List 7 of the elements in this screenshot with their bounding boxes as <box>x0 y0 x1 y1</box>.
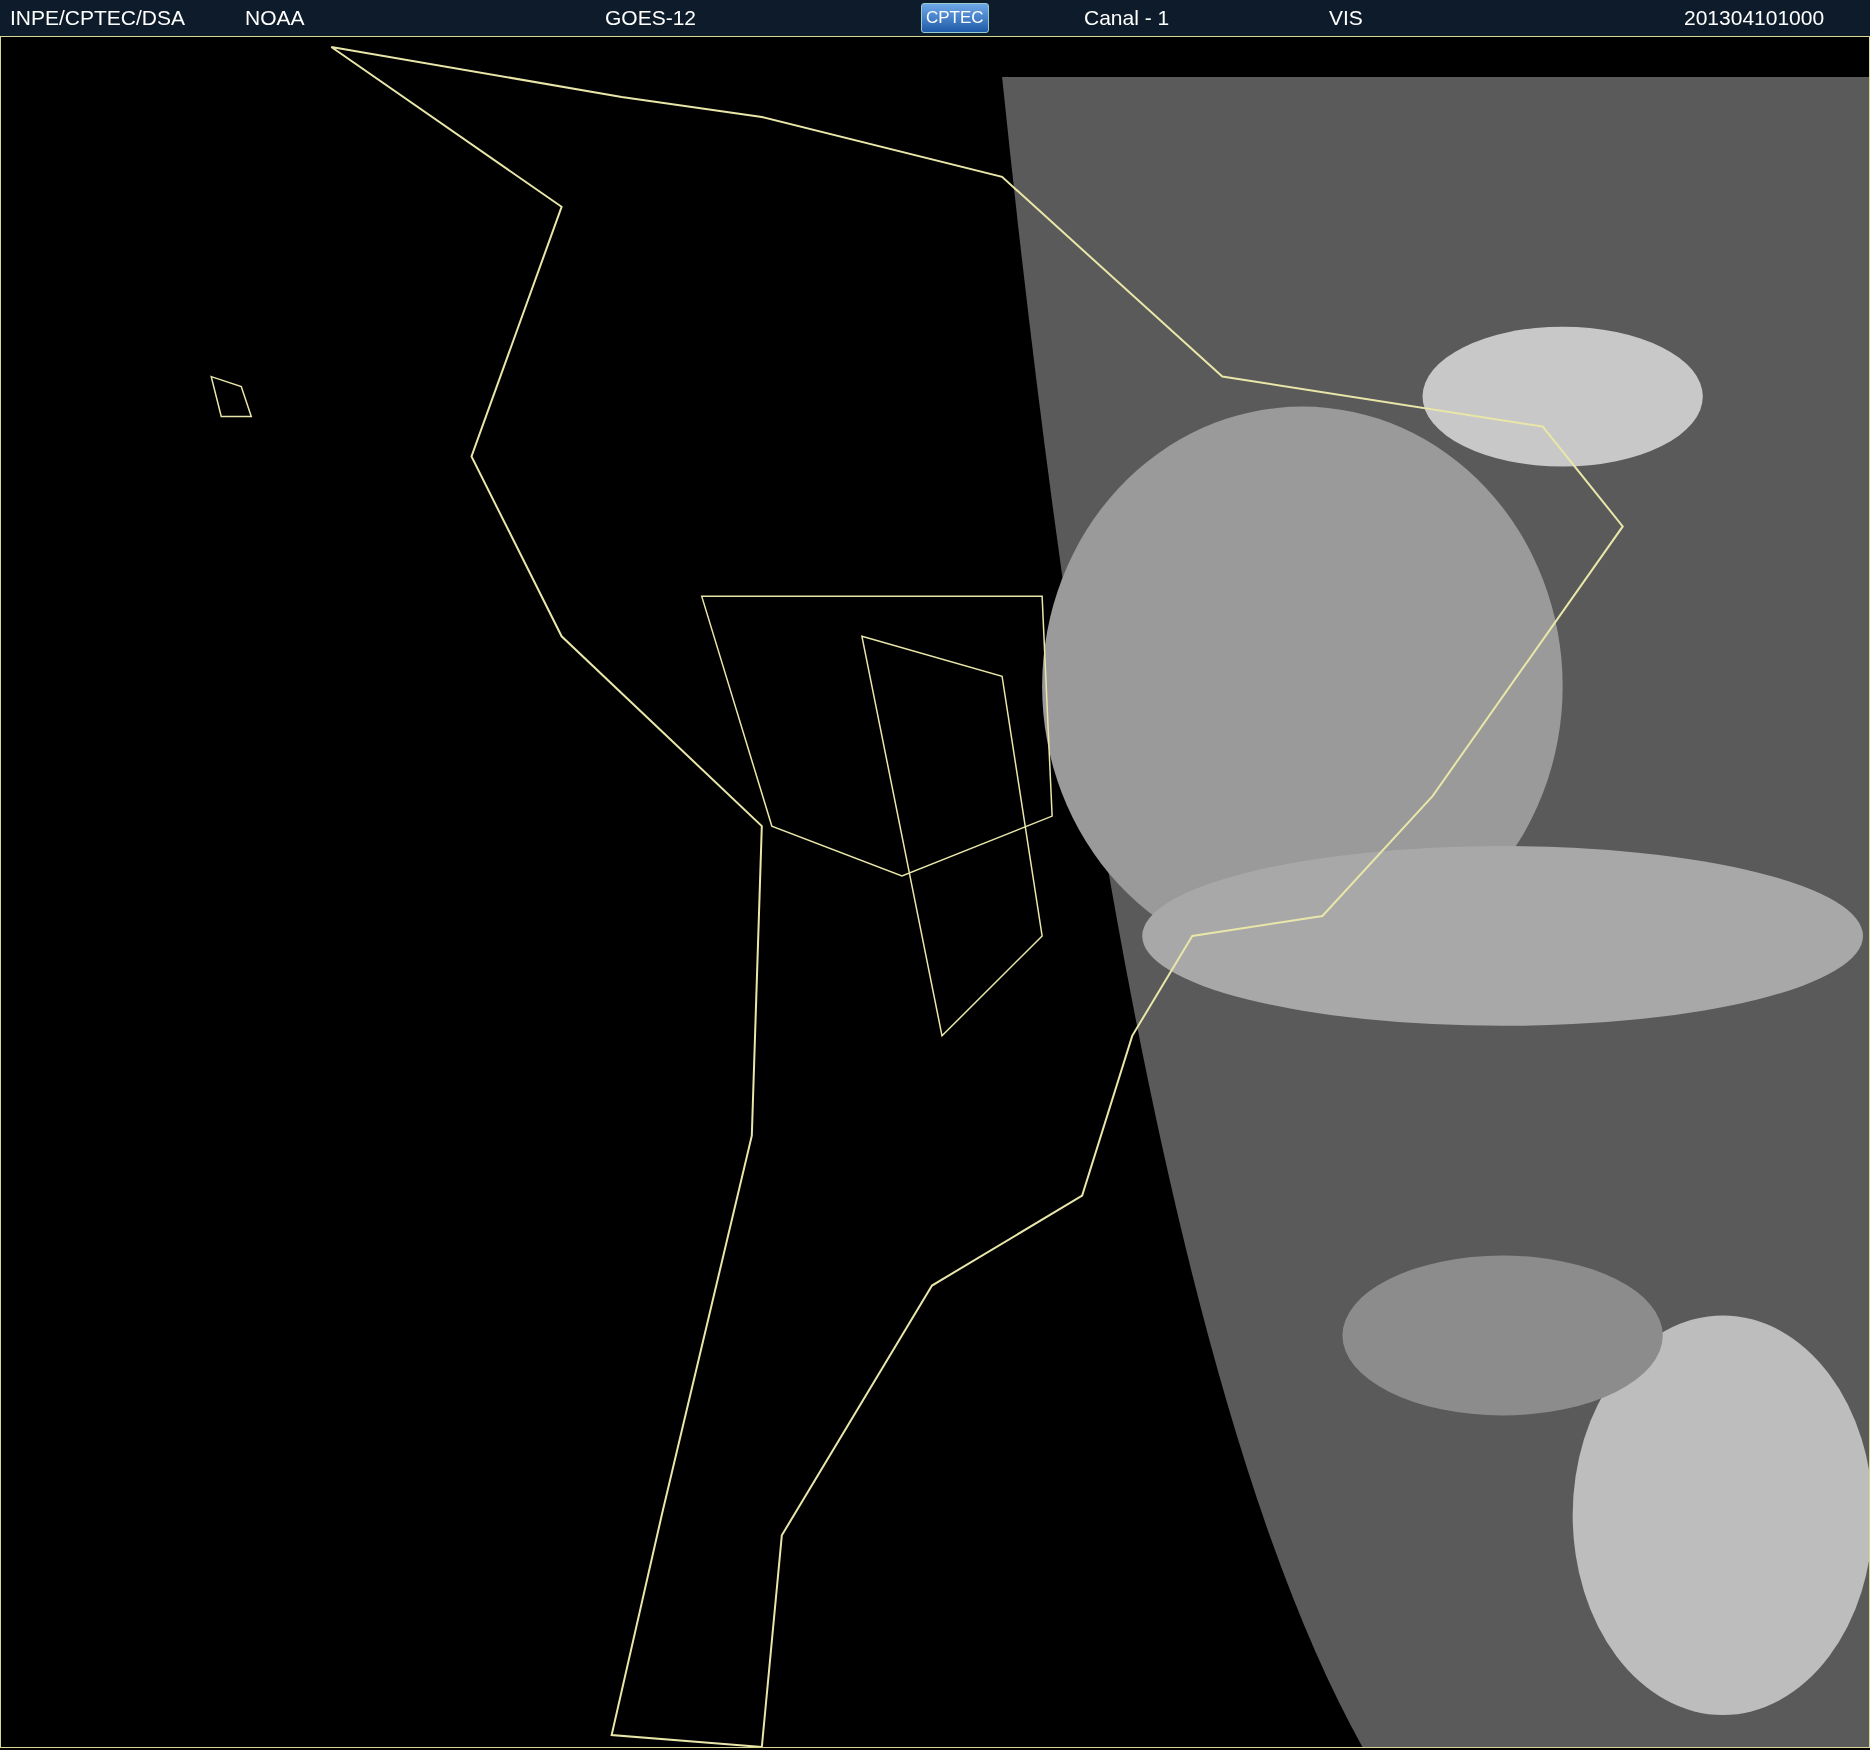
header-label: VIS <box>1329 6 1363 29</box>
header-label: GOES-12 <box>605 6 697 29</box>
header-label: NOAA <box>245 6 305 29</box>
header-label: Canal - 1 <box>1084 6 1170 29</box>
logo: CPTEC <box>921 3 989 33</box>
header-label: 201304101000 <box>1684 6 1825 29</box>
header-label: INPE/CPTEC/DSA <box>10 6 186 29</box>
